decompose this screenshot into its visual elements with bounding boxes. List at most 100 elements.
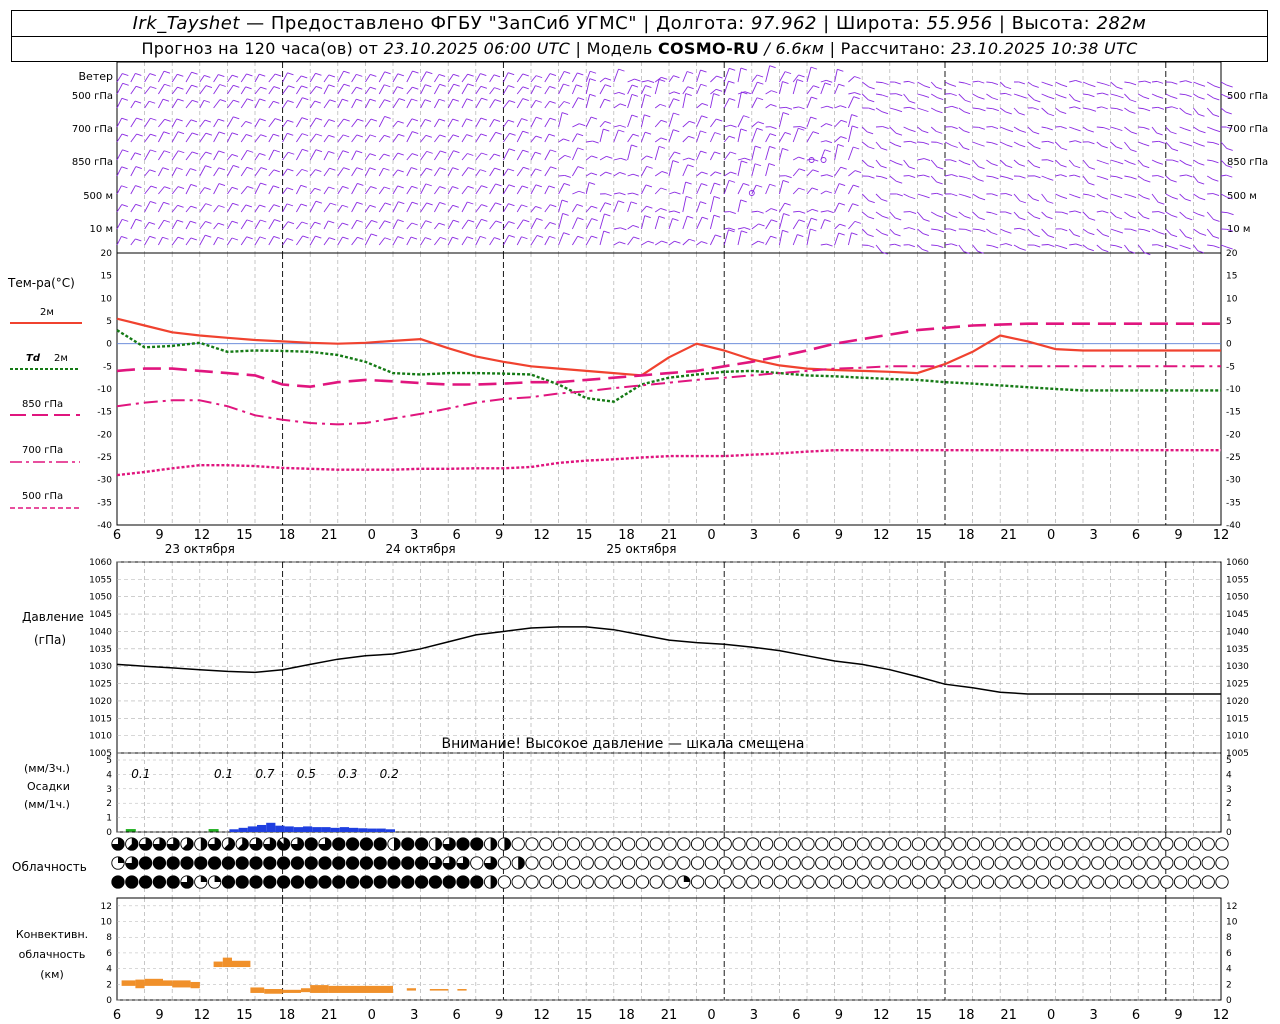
wind-barb-flag [205,203,212,207]
wind-barb-flag [259,73,266,77]
wind-barb-flag [521,204,528,208]
precip-tick-label-right: 4 [1226,770,1232,780]
wind-barb-flag [1156,80,1164,84]
cloud-symbol [1187,875,1202,889]
wind-barb [972,159,979,167]
cloud-symbol [773,837,788,851]
wind-barb-flag [605,171,612,175]
wind-barb-flag [577,217,584,221]
wind-barb-flag [357,118,364,122]
wind-barb-flag [591,218,598,221]
precip-legend: (мм/3ч.) Осадки (мм/1ч.) [24,762,70,811]
time-tick-label: 3 [410,528,418,543]
wind-barb [240,121,247,128]
wind-barb-flag [342,222,349,226]
wind-barb [337,150,344,161]
wind-barb [406,153,413,161]
wind-barb [337,70,345,83]
wind-barb-flag [632,173,640,177]
wind-barb [158,237,163,246]
cloud-symbol [856,837,870,851]
wind-barb [1137,193,1144,198]
wind-barb-flag [1089,108,1097,112]
wind-barb-flag [439,134,446,138]
wind-barb [1179,159,1187,165]
wind-barb [130,204,136,213]
wind-barb-flag [1129,162,1136,166]
wind-barb [199,100,205,109]
wind-barb [558,112,563,128]
cloud-fill [318,875,332,889]
wind-barb [530,184,537,195]
cloud-symbol [925,875,939,889]
wind-barb [723,229,729,246]
wind-barb-flag [273,235,280,239]
wind-barb-flag [701,216,709,220]
precip-bar-1h [321,827,331,832]
wind-barb [627,225,634,230]
cloud-symbol [1160,875,1174,889]
wind-barb [240,73,247,83]
wind-barb-flag [1185,163,1192,167]
conv-tick-label-left: 12 [101,902,112,912]
wind-barb-flag [384,202,392,206]
wind-barb [1000,243,1007,246]
cloud-fill [214,875,221,882]
wind-barb [585,235,592,246]
wind-barb [1207,141,1214,143]
wind-barb [475,236,481,246]
wind-barb [1013,141,1020,146]
wind-barb [558,71,565,83]
wind-barb [1000,126,1008,131]
wind-barb [861,93,869,101]
wind-barb [213,183,220,195]
wind-barb-flag [1103,127,1110,131]
wind-barb-flag [411,98,418,102]
wind-barb-flag [452,167,459,171]
wind-barb [848,170,856,177]
wind-barb [296,117,303,128]
wind-barb-flag [1212,178,1219,182]
wind-barb [903,193,910,198]
wind-barb-flag [204,187,211,190]
wind-barb-flag [162,236,169,240]
cloud-symbol [773,856,788,870]
cloud-fill [435,837,442,851]
wind-barb-flag [812,169,819,173]
cloud-symbol [732,875,746,889]
wind-barb-flag [550,204,557,208]
wind-barb [116,83,124,95]
wind-barb-flag [951,145,958,148]
wind-barb-flag [1117,161,1124,165]
wind-barb [778,213,784,230]
cloud-fill [401,875,414,889]
wind-barb-flag [439,167,446,171]
wind-barb [930,159,938,168]
wind-title: Ветер [79,70,113,83]
wind-barb [489,220,497,230]
wind-barb [227,154,233,161]
wind-barb-flag [1116,230,1124,234]
wind-barb-flag [233,99,240,103]
wind-barb-flag [162,98,170,102]
wind-barb [613,92,620,95]
wind-barb-flag [922,109,929,113]
wind-barb-flag [1171,196,1178,200]
wind-barb [1138,107,1145,110]
wind-barb [613,241,620,246]
wind-barb-flag [882,126,889,129]
wind-barb-flag [260,182,267,186]
wind-barb-flag [673,129,680,133]
wind-barb [240,86,246,95]
wind-barb-flag [644,131,652,135]
wind-barb-flag [728,80,735,84]
cloud-symbol [787,856,801,870]
wind-barb [792,168,800,177]
wind-barb-flag [508,234,515,238]
wind-barb-flag [768,163,776,166]
cloud-symbol [1160,856,1174,870]
wind-barb-flag [1005,211,1012,215]
wind-barb [709,182,715,195]
pressure-tick-label-right: 1030 [1226,662,1249,672]
wind-barb-flag [1226,84,1233,88]
